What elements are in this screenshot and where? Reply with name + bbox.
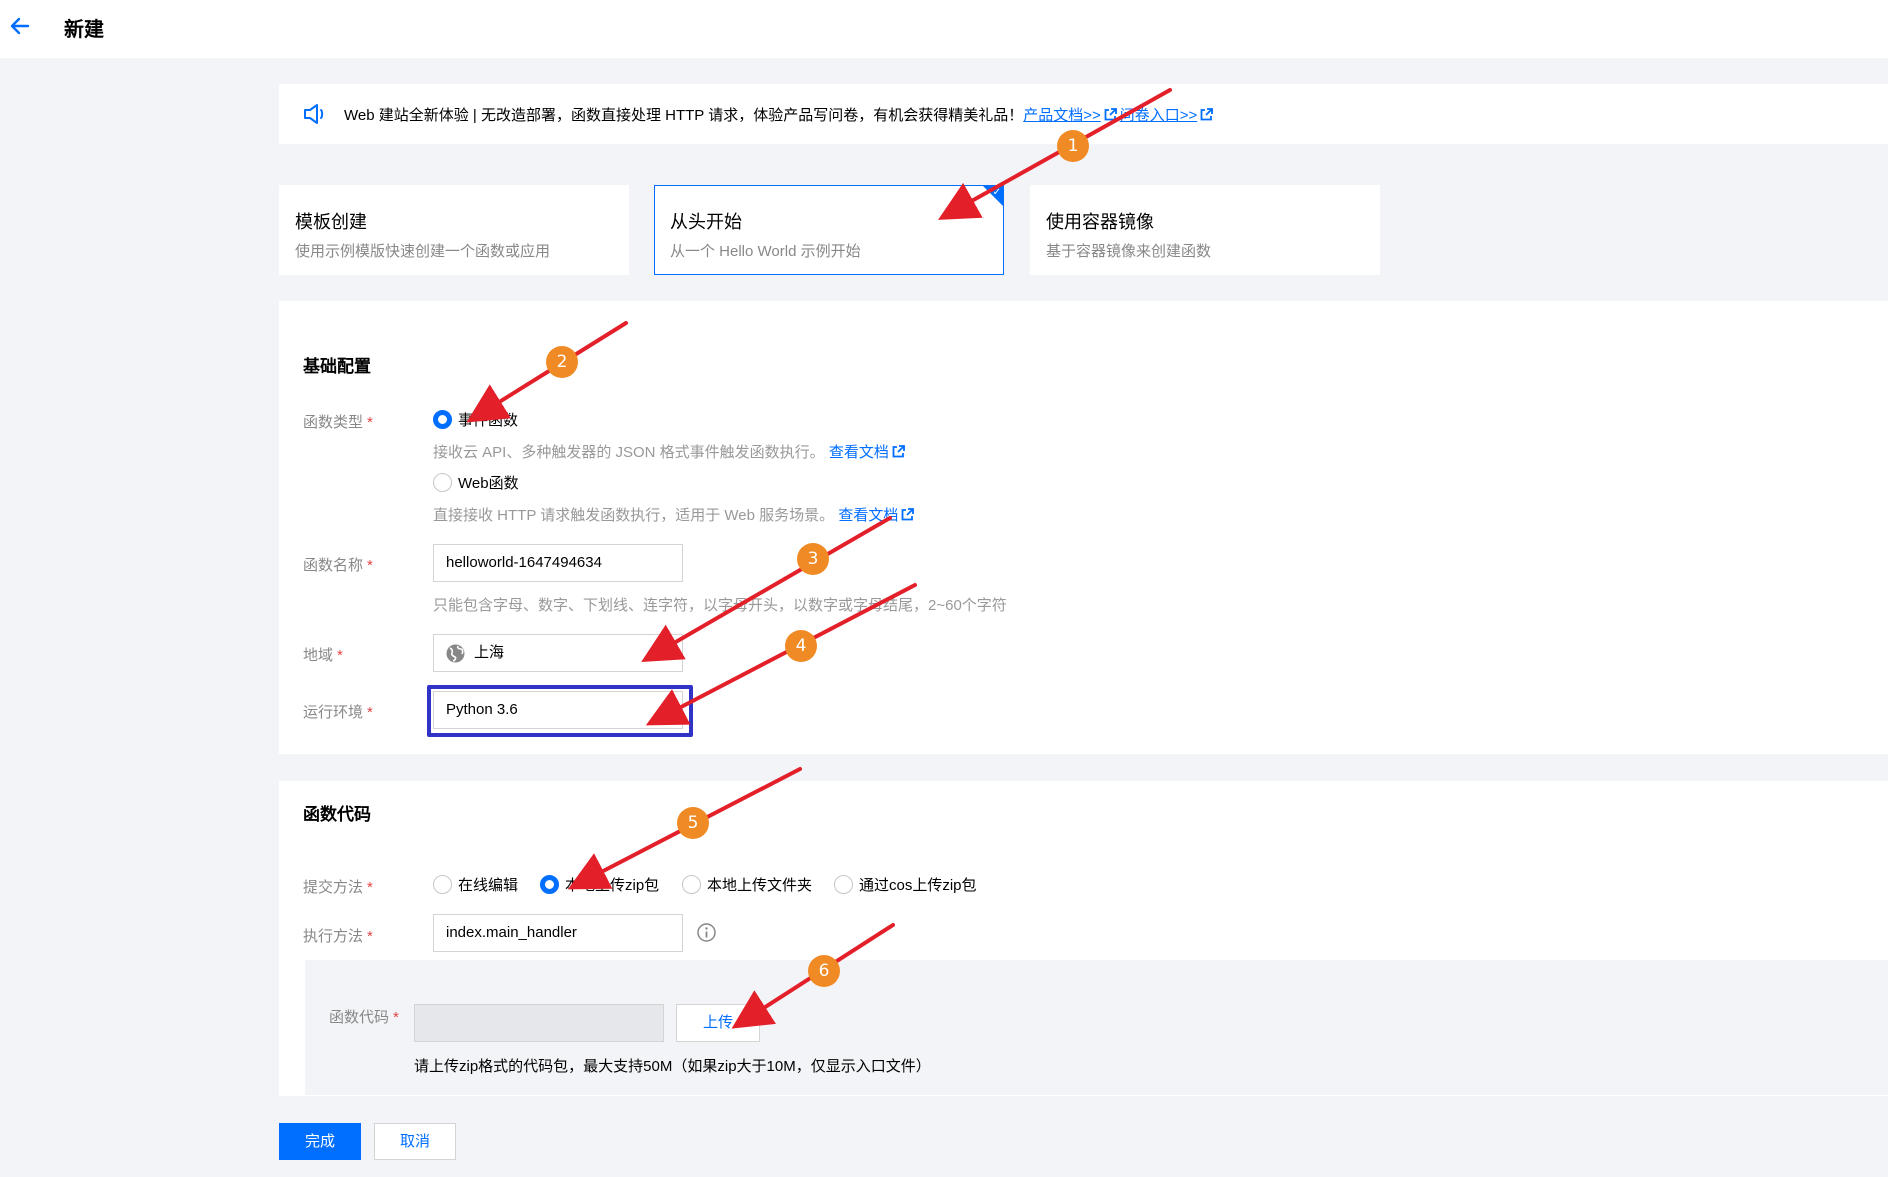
region-label: 地域 * xyxy=(303,644,343,665)
external-link-icon[interactable] xyxy=(1104,108,1117,121)
info-icon[interactable] xyxy=(697,923,716,942)
radio-label: 通过cos上传zip包 xyxy=(859,877,977,894)
region-label-text: 地域 xyxy=(303,647,334,664)
radio-label: 事件函数 xyxy=(458,412,519,429)
radio-dot[interactable] xyxy=(834,875,853,894)
required-mark: * xyxy=(337,647,343,664)
external-link-icon[interactable] xyxy=(892,445,905,458)
required-mark: * xyxy=(367,928,373,945)
notice-text: Web 建站全新体验 | 无改造部署，函数直接处理 HTTP 请求，体验产品写问… xyxy=(344,104,1216,125)
survey-link[interactable]: 问卷入口>> xyxy=(1120,107,1198,124)
radio-web-function[interactable]: Web函数 xyxy=(433,472,519,493)
function-name-label-text: 函数名称 xyxy=(303,557,364,574)
required-mark: * xyxy=(367,704,373,721)
radio-local-zip[interactable]: 本地上传zip包 xyxy=(540,874,659,895)
mode-card-desc: 基于容器镜像来创建函数 xyxy=(1046,243,1212,260)
event-function-hint: 接收云 API、多种触发器的 JSON 格式事件触发函数执行。 查看文档 xyxy=(433,441,908,462)
web-function-hint: 直接接收 HTTP 请求触发函数执行，适用于 Web 服务场景。 查看文档 xyxy=(433,504,917,525)
region-select[interactable]: 上海 xyxy=(433,634,683,672)
region-value: 上海 xyxy=(474,644,505,661)
radio-event-function[interactable]: 事件函数 xyxy=(433,409,518,430)
radio-label: Web函数 xyxy=(458,475,519,492)
cancel-button[interactable]: 取消 xyxy=(374,1123,456,1160)
handler-input[interactable]: index.main_handler xyxy=(433,914,683,952)
mode-card-title: 使用容器镜像 xyxy=(1046,212,1154,232)
view-docs-link[interactable]: 查看文档 xyxy=(838,507,898,524)
upload-tip: 请上传zip格式的代码包，最大支持50M（如果zip大于10M，仅显示入口文件） xyxy=(414,1058,931,1075)
section-title-code: 函数代码 xyxy=(303,805,371,824)
required-mark: * xyxy=(367,557,373,574)
speaker-icon xyxy=(304,104,324,124)
external-link-icon[interactable] xyxy=(901,508,915,521)
mode-card-title: 模板创建 xyxy=(295,212,367,232)
code-label: 函数代码 * xyxy=(329,1006,399,1027)
external-link-icon[interactable] xyxy=(1200,108,1214,121)
upload-button[interactable]: 上传 xyxy=(676,1004,760,1042)
code-upload-area: 函数代码 * 上传 请上传zip格式的代码包，最大支持50M（如果zip大于10M… xyxy=(305,960,1888,1095)
mode-card-desc: 使用示例模版快速创建一个函数或应用 xyxy=(295,243,551,260)
radio-dot-checked[interactable] xyxy=(433,410,452,429)
annotation-badge-2: 2 xyxy=(546,346,578,378)
radio-online-edit[interactable]: 在线编辑 xyxy=(433,874,518,895)
function-name-input[interactable]: helloworld-1647494634 xyxy=(433,544,683,582)
mode-card-desc: 从一个 Hello World 示例开始 xyxy=(670,243,861,260)
function-type-label: 函数类型 * xyxy=(303,411,373,432)
runtime-value: Python 3.6 xyxy=(446,701,518,718)
mode-card-from-scratch[interactable]: 从头开始 从一个 Hello World 示例开始 ✓ xyxy=(654,185,1004,275)
submit-method-label: 提交方法 * xyxy=(303,876,373,897)
annotation-badge-4: 4 xyxy=(785,630,817,662)
function-name-label: 函数名称 * xyxy=(303,554,373,575)
arrow-left-icon[interactable] xyxy=(8,14,32,38)
basic-config-panel xyxy=(279,301,1888,754)
annotation-badge-1: 1 xyxy=(1057,130,1089,162)
file-path-box xyxy=(414,1004,664,1042)
hint-text: 直接接收 HTTP 请求触发函数执行，适用于 Web 服务场景。 xyxy=(433,507,835,524)
hint-text: 接收云 API、多种触发器的 JSON 格式事件触发函数执行。 xyxy=(433,444,825,461)
function-name-hint: 只能包含字母、数字、下划线、连字符，以字母开头，以数字或字母结尾，2~60个字符 xyxy=(433,597,1007,614)
section-title-basic: 基础配置 xyxy=(303,357,371,376)
radio-dot[interactable] xyxy=(433,875,452,894)
mode-card-title: 从头开始 xyxy=(670,212,742,232)
radio-dot[interactable] xyxy=(433,473,452,492)
annotation-badge-5: 5 xyxy=(677,807,709,839)
product-docs-link[interactable]: 产品文档>> xyxy=(1023,107,1101,124)
submit-method-label-text: 提交方法 xyxy=(303,879,364,896)
view-docs-link[interactable]: 查看文档 xyxy=(829,444,889,461)
radio-local-folder[interactable]: 本地上传文件夹 xyxy=(682,874,812,895)
page-title: 新建 xyxy=(64,19,104,41)
radio-label: 本地上传文件夹 xyxy=(707,877,813,894)
annotation-badge-3: 3 xyxy=(797,543,829,575)
handler-label-text: 执行方法 xyxy=(303,928,364,945)
confirm-button[interactable]: 完成 xyxy=(279,1123,361,1160)
runtime-select[interactable]: Python 3.6 xyxy=(433,691,683,729)
radio-dot-checked[interactable] xyxy=(540,875,559,894)
runtime-label-text: 运行环境 xyxy=(303,704,364,721)
check-icon: ✓ xyxy=(992,187,1001,198)
radio-label: 本地上传zip包 xyxy=(565,877,660,894)
mode-card-container-image[interactable]: 使用容器镜像 基于容器镜像来创建函数 xyxy=(1030,185,1380,275)
required-mark: * xyxy=(393,1009,399,1026)
handler-label: 执行方法 * xyxy=(303,925,373,946)
required-mark: * xyxy=(367,414,373,431)
notice-message: Web 建站全新体验 | 无改造部署，函数直接处理 HTTP 请求，体验产品写问… xyxy=(344,107,1024,124)
annotation-badge-6: 6 xyxy=(808,955,840,987)
top-bar: 新建 xyxy=(0,0,1888,58)
required-mark: * xyxy=(367,879,373,896)
radio-cos-zip[interactable]: 通过cos上传zip包 xyxy=(834,874,977,895)
code-label-text: 函数代码 xyxy=(329,1009,390,1026)
runtime-label: 运行环境 * xyxy=(303,701,373,722)
globe-icon xyxy=(446,644,465,663)
function-type-label-text: 函数类型 xyxy=(303,414,364,431)
mode-card-template[interactable]: 模板创建 使用示例模版快速创建一个函数或应用 xyxy=(279,185,629,275)
radio-dot[interactable] xyxy=(682,875,701,894)
radio-label: 在线编辑 xyxy=(458,877,519,894)
